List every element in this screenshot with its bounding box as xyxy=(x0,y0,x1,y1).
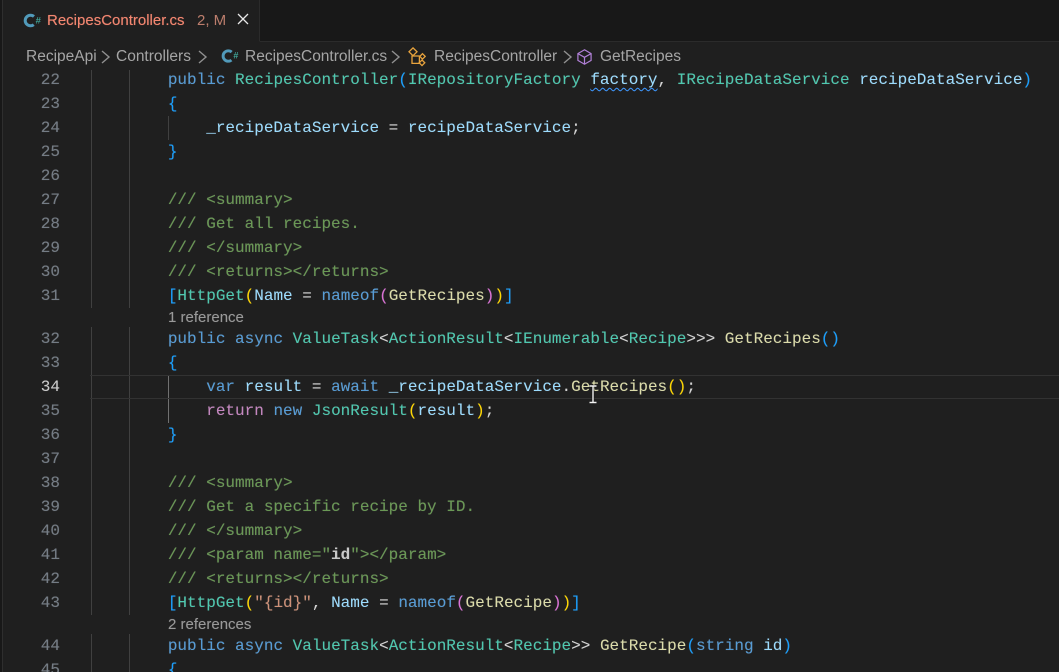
svg-text:#: # xyxy=(36,16,42,27)
svg-text:#: # xyxy=(233,50,238,60)
